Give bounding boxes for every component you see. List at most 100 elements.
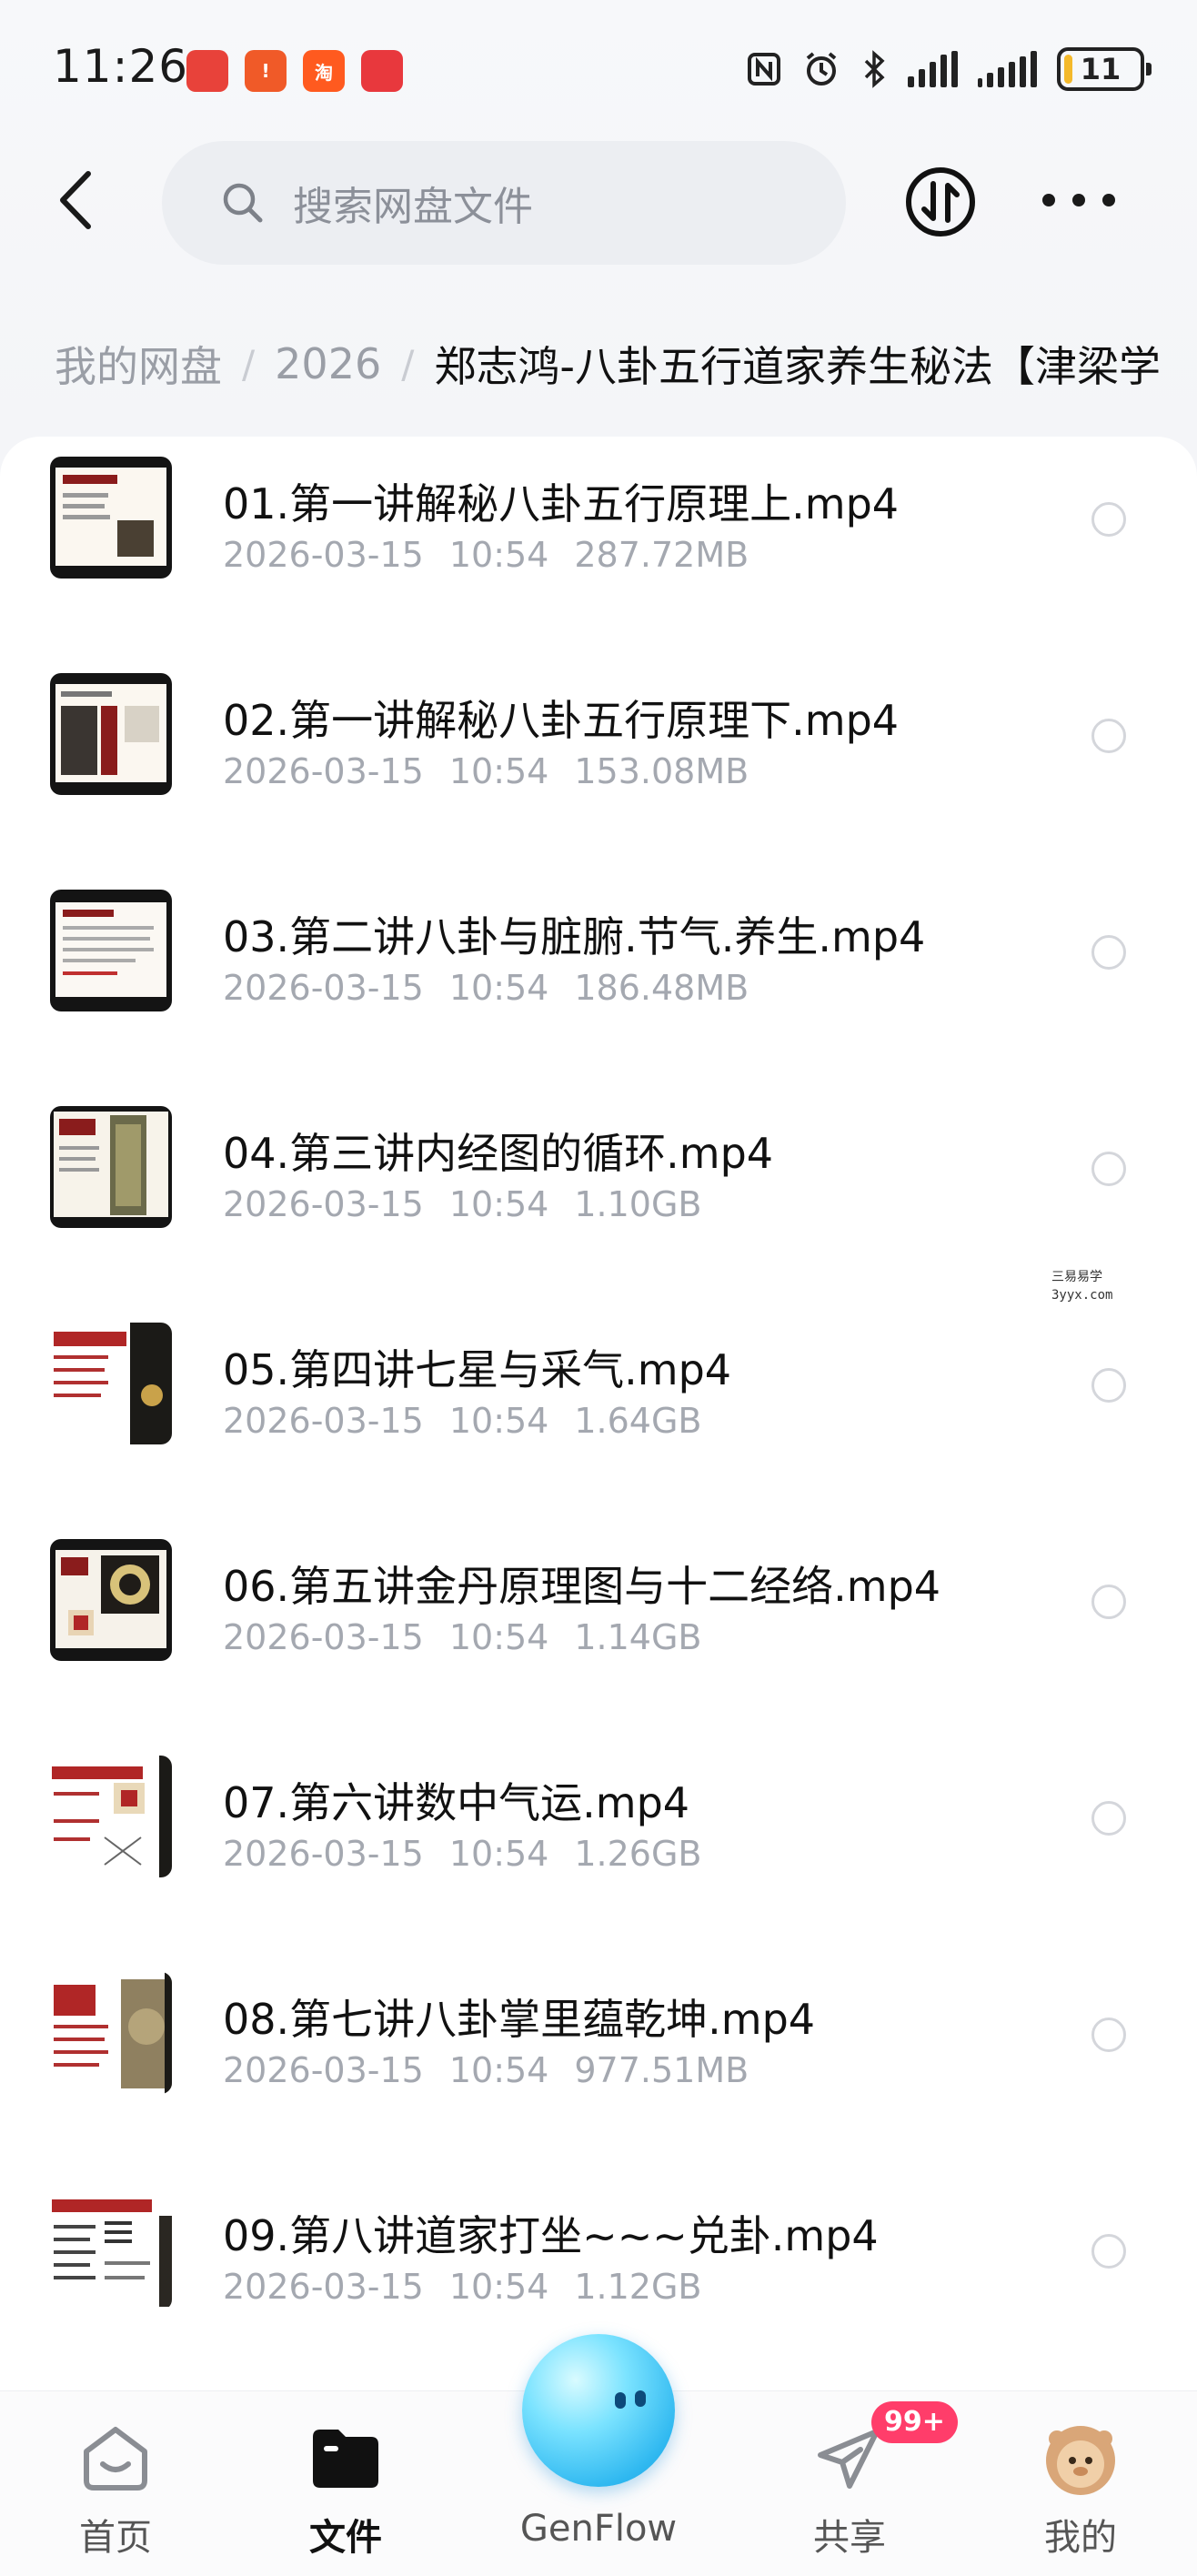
select-checkbox[interactable] — [1091, 502, 1126, 537]
nav-share-label: 共享 — [813, 2517, 886, 2559]
file-time: 10:54 — [448, 751, 549, 791]
video-thumbnail — [50, 1972, 172, 2094]
breadcrumb-item-my-drive[interactable]: 我的网盘 — [55, 334, 222, 394]
file-size: 153.08MB — [574, 751, 749, 791]
taobao-app-icon: 淘 — [303, 50, 345, 92]
battery-icon: 11 — [1057, 47, 1152, 91]
file-date: 2026-03-15 — [223, 1834, 424, 1874]
file-size: 1.12GB — [574, 2267, 702, 2307]
file-date: 2026-03-15 — [223, 751, 424, 791]
file-date: 2026-03-15 — [223, 2267, 424, 2307]
file-name: 08.第七讲八卦掌里蕴乾坤.mp4 — [223, 1995, 816, 2044]
header: 搜索网盘文件 — [0, 136, 1197, 273]
more-options-button[interactable] — [1042, 182, 1115, 218]
file-size: 1.64GB — [574, 1401, 702, 1441]
file-meta: 2026-03-15 10:54 1.64GB — [223, 1401, 727, 1441]
watermark-line: 三易易学 — [1051, 1270, 1102, 1284]
nav-mine-label: 我的 — [1044, 2517, 1117, 2559]
search-icon — [223, 183, 263, 223]
video-thumbnail — [50, 457, 172, 579]
file-time: 10:54 — [448, 1184, 549, 1224]
file-row[interactable]: 08.第七讲八卦掌里蕴乾坤.mp4 2026-03-15 10:54 977.51M… — [0, 1952, 1197, 2168]
nav-files[interactable]: 文件 — [264, 2391, 428, 2576]
file-name: 06.第五讲金丹原理图与十二经络.mp4 — [223, 1562, 941, 1611]
video-thumbnail — [50, 2189, 172, 2310]
watermark-line: 3yyx.com — [1051, 1288, 1113, 1303]
orb-eye-icon — [615, 2392, 626, 2409]
genflow-assistant-button[interactable] — [522, 2334, 675, 2487]
file-name: 03.第二讲八卦与脏腑.节气.养生.mp4 — [223, 912, 926, 961]
file-row[interactable]: 02.第一讲解秘八卦五行原理下.mp4 2026-03-15 10:54 153.0… — [0, 653, 1197, 870]
video-thumbnail — [50, 1106, 172, 1228]
file-name: 07.第六讲数中气运.mp4 — [223, 1778, 690, 1827]
file-meta: 2026-03-15 10:54 186.48MB — [223, 968, 774, 1008]
file-meta: 2026-03-15 10:54 1.10GB — [223, 1184, 727, 1224]
file-row[interactable]: 07.第六讲数中气运.mp4 2026-03-15 10:54 1.26GB — [0, 1736, 1197, 1952]
bluetooth-icon — [864, 50, 885, 88]
status-bar: 11:26 ! 淘 11 — [0, 0, 1197, 136]
file-row[interactable]: 01.第一讲解秘八卦五行原理上.mp4 2026-03-15 10:54 287.7… — [0, 437, 1197, 653]
file-row[interactable]: 06.第五讲金丹原理图与十二经络.mp4 2026-03-15 10:54 1.14… — [0, 1519, 1197, 1736]
file-size: 1.26GB — [574, 1834, 702, 1874]
signal-strength-icon — [908, 51, 958, 87]
file-time: 10:54 — [448, 1401, 549, 1441]
nav-home[interactable]: 首页 — [34, 2391, 197, 2576]
video-thumbnail — [50, 1756, 172, 1877]
file-name: 04.第三讲内经图的循环.mp4 — [223, 1129, 774, 1178]
file-meta: 2026-03-15 10:54 287.72MB — [223, 535, 774, 575]
breadcrumb: 我的网盘 / 2026 / 郑志鸿-八卦五行道家养生秘法【津梁学 — [55, 327, 1197, 400]
file-time: 10:54 — [448, 968, 549, 1008]
select-checkbox[interactable] — [1091, 935, 1126, 970]
breadcrumb-separator: / — [401, 341, 415, 387]
file-meta: 2026-03-15 10:54 1.14GB — [223, 1617, 727, 1657]
alarm-icon — [806, 52, 837, 86]
back-arrow-icon — [60, 171, 91, 229]
video-thumbnail — [50, 673, 172, 795]
select-checkbox[interactable] — [1091, 1368, 1126, 1403]
select-checkbox[interactable] — [1091, 719, 1126, 753]
file-time: 10:54 — [448, 2267, 549, 2307]
status-time: 11:26 — [53, 40, 189, 93]
select-checkbox[interactable] — [1091, 1152, 1126, 1186]
nav-mine[interactable]: 我的 — [999, 2391, 1162, 2576]
folder-icon — [313, 2430, 378, 2488]
battery-percent: 11 — [1080, 52, 1122, 86]
select-checkbox[interactable] — [1091, 2234, 1126, 2269]
select-checkbox[interactable] — [1091, 2018, 1126, 2052]
nav-home-label: 首页 — [79, 2517, 152, 2559]
file-time: 10:54 — [448, 1617, 549, 1657]
home-icon — [84, 2427, 147, 2490]
file-row[interactable]: 05.第四讲七星与采气.mp4 2026-03-15 10:54 1.64GB — [0, 1303, 1197, 1519]
file-name: 02.第一讲解秘八卦五行原理下.mp4 — [223, 696, 900, 745]
back-button[interactable] — [44, 164, 107, 236]
search-input[interactable]: 搜索网盘文件 — [162, 141, 846, 265]
file-name: 05.第四讲七星与采气.mp4 — [223, 1345, 732, 1394]
transfer-list-button[interactable] — [904, 166, 977, 238]
file-list: 01.第一讲解秘八卦五行原理上.mp4 2026-03-15 10:54 287.7… — [0, 437, 1197, 2438]
file-size: 186.48MB — [574, 968, 749, 1008]
select-checkbox[interactable] — [1091, 1585, 1126, 1619]
file-meta: 2026-03-15 10:54 1.26GB — [223, 1834, 727, 1874]
video-thumbnail — [50, 1323, 172, 1444]
file-row[interactable]: 04.第三讲内经图的循环.mp4 2026-03-15 10:54 1.10GB — [0, 1086, 1197, 1303]
select-checkbox[interactable] — [1091, 1801, 1126, 1836]
file-name: 01.第一讲解秘八卦五行原理上.mp4 — [223, 479, 900, 528]
orb-eye-icon — [635, 2390, 646, 2407]
nfc-icon — [748, 53, 780, 86]
watermark: 三易易学 3yyx.com — [1051, 1268, 1112, 1304]
file-row[interactable]: 03.第二讲八卦与脏腑.节气.养生.mp4 2026-03-15 10:54 186… — [0, 870, 1197, 1086]
file-time: 10:54 — [448, 1834, 549, 1874]
breadcrumb-separator: / — [242, 341, 256, 387]
battery-level-fill — [1064, 55, 1072, 84]
file-time: 10:54 — [448, 2050, 549, 2090]
file-meta: 2026-03-15 10:54 1.12GB — [223, 2267, 727, 2307]
file-size: 1.10GB — [574, 1184, 702, 1224]
message-app-icon — [361, 50, 403, 92]
file-date: 2026-03-15 — [223, 1184, 424, 1224]
video-thumbnail — [50, 890, 172, 1011]
breadcrumb-item-2026[interactable]: 2026 — [275, 339, 381, 388]
breadcrumb-current-folder: 郑志鸿-八卦五行道家养生秘法【津梁学 — [434, 342, 1161, 391]
file-size: 287.72MB — [574, 535, 749, 575]
more-dot-icon — [1102, 194, 1115, 206]
file-date: 2026-03-15 — [223, 1401, 424, 1441]
